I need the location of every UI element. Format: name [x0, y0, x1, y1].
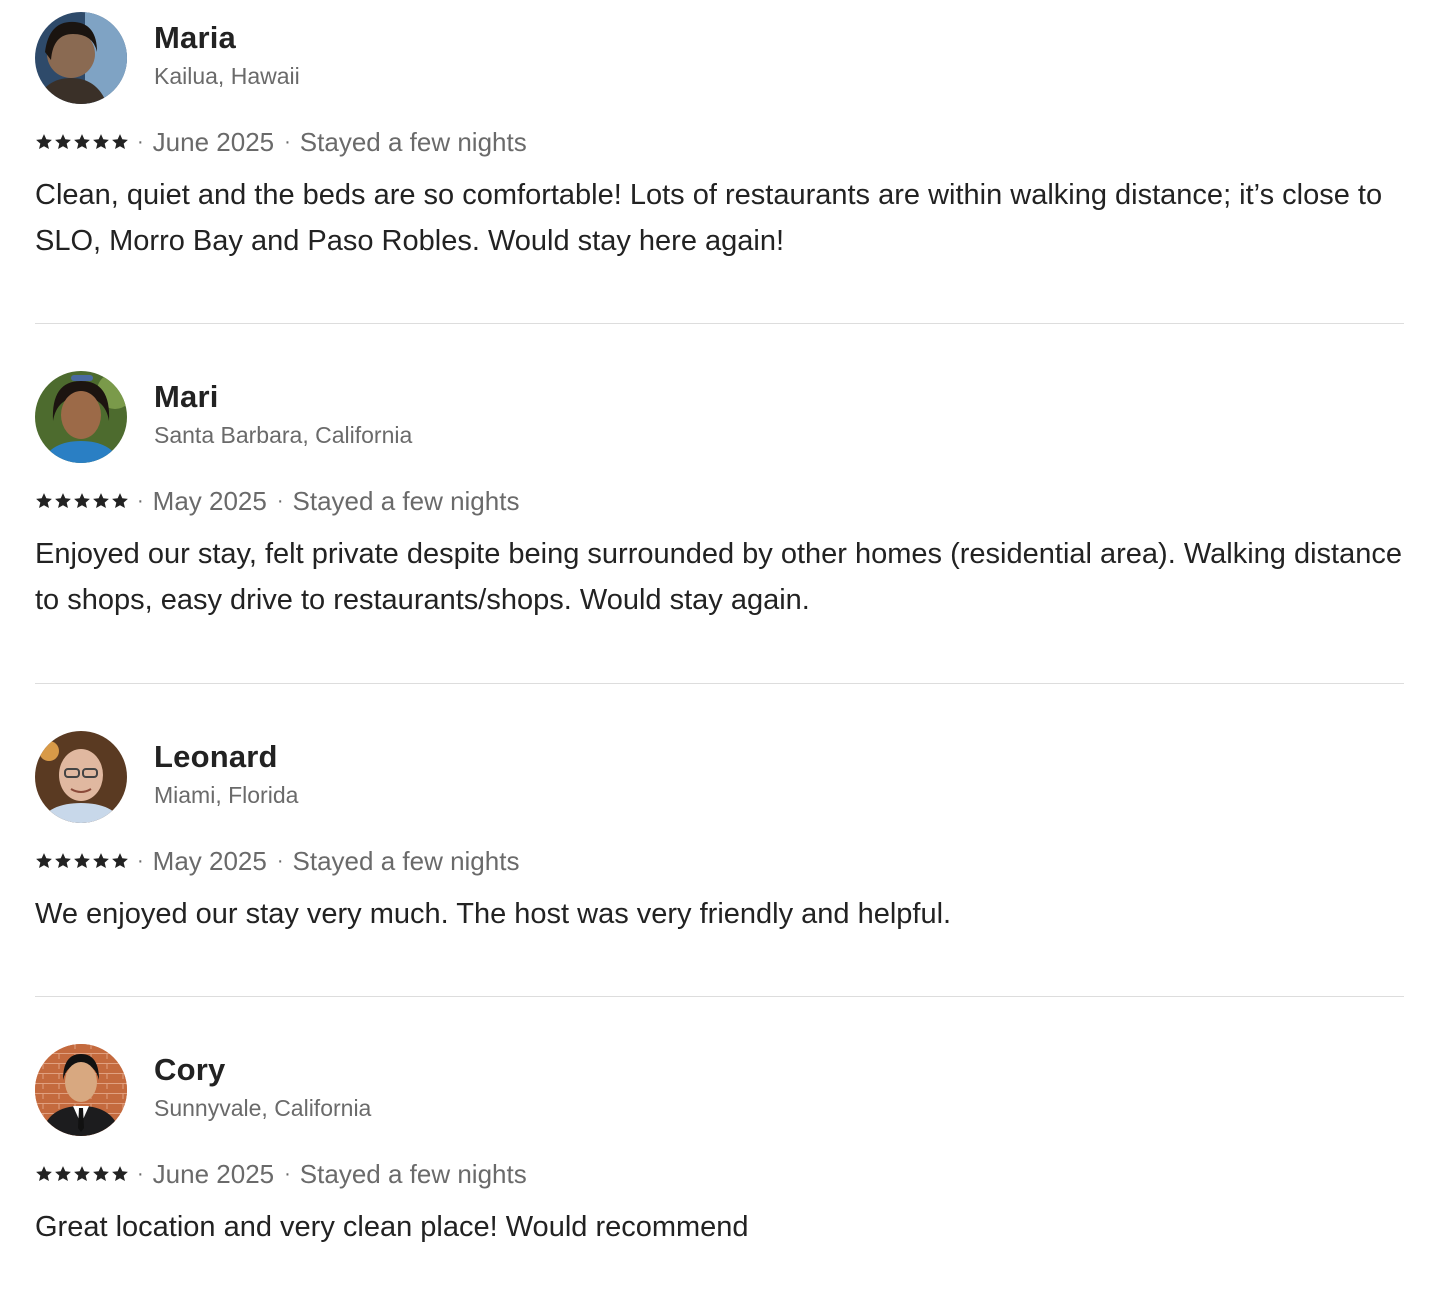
- reviewer-name: Mari: [154, 379, 219, 414]
- review-date: May 2025: [152, 485, 267, 516]
- review-text: Enjoyed our stay, felt private despite b…: [35, 538, 1402, 616]
- reviewer-header: Maria Kailua, Hawaii: [35, 12, 1404, 104]
- star-icon: [36, 493, 52, 509]
- star-icon: [112, 853, 128, 869]
- review-card: Cory Sunnyvale, California · June 2025 ·…: [35, 1044, 1404, 1243]
- separator-dot: ·: [137, 849, 144, 872]
- review-meta: · June 2025 · Stayed a few nights: [35, 125, 527, 159]
- divider: [35, 323, 1404, 324]
- avatar-photo: [35, 371, 127, 463]
- star-icon: [74, 493, 90, 509]
- star-icon: [74, 853, 90, 869]
- star-icon: [74, 1166, 90, 1182]
- review-card: Leonard Miami, Florida · May 2025 · Stay…: [35, 731, 1404, 930]
- review-meta: · June 2025 · Stayed a few nights: [35, 1157, 527, 1191]
- star-icon: [112, 493, 128, 509]
- star-rating: [35, 852, 129, 870]
- star-rating: [35, 1165, 129, 1183]
- reviewer-name: Maria: [154, 20, 236, 55]
- star-icon: [55, 134, 71, 150]
- star-icon: [36, 1166, 52, 1182]
- star-icon: [93, 1166, 109, 1182]
- reviewer-header: Cory Sunnyvale, California: [35, 1044, 1404, 1136]
- divider: [35, 996, 1404, 997]
- avatar[interactable]: [35, 1044, 127, 1136]
- star-icon: [55, 1166, 71, 1182]
- reviewer-name: Leonard: [154, 739, 278, 774]
- separator-dot: ·: [284, 1162, 291, 1185]
- star-icon: [112, 134, 128, 150]
- star-icon: [74, 134, 90, 150]
- reviewer-location: Sunnyvale, California: [154, 1095, 372, 1121]
- star-icon: [93, 493, 109, 509]
- star-icon: [93, 853, 109, 869]
- star-rating: [35, 492, 129, 510]
- review-date: June 2025: [152, 126, 275, 157]
- separator-dot: ·: [137, 130, 144, 153]
- star-icon: [55, 853, 71, 869]
- review-text: Clean, quiet and the beds are so comfort…: [35, 179, 1383, 257]
- separator-dot: ·: [276, 849, 284, 872]
- reviewer-header: Mari Santa Barbara, California: [35, 371, 1404, 463]
- avatar[interactable]: [35, 731, 127, 823]
- reviewer-location: Santa Barbara, California: [154, 422, 413, 448]
- avatar[interactable]: [35, 371, 127, 463]
- review-date: June 2025: [152, 1158, 275, 1189]
- separator-dot: ·: [137, 1162, 144, 1185]
- avatar[interactable]: [35, 12, 127, 104]
- reviewer-location: Miami, Florida: [154, 782, 299, 808]
- stay-length: Stayed a few nights: [292, 845, 520, 876]
- separator-dot: ·: [276, 489, 284, 512]
- separator-dot: ·: [137, 489, 144, 512]
- star-icon: [36, 134, 52, 150]
- review-date: May 2025: [152, 845, 267, 876]
- review-meta: · May 2025 · Stayed a few nights: [35, 484, 519, 518]
- star-icon: [93, 134, 109, 150]
- star-icon: [36, 853, 52, 869]
- avatar-photo: [35, 12, 127, 104]
- star-rating: [35, 133, 129, 151]
- star-icon: [112, 1166, 128, 1182]
- review-meta: · May 2025 · Stayed a few nights: [35, 844, 519, 878]
- reviewer-location: Kailua, Hawaii: [154, 63, 300, 89]
- review-card: Mari Santa Barbara, California · May 202…: [35, 371, 1404, 616]
- avatar-photo: [35, 1044, 127, 1136]
- reviewer-name: Cory: [154, 1052, 226, 1087]
- review-card: Maria Kailua, Hawaii · June 2025 · Staye…: [35, 12, 1404, 257]
- divider: [35, 683, 1404, 684]
- stay-length: Stayed a few nights: [299, 1158, 527, 1189]
- review-text: We enjoyed our stay very much. The host …: [35, 898, 952, 930]
- stay-length: Stayed a few nights: [299, 126, 527, 157]
- stay-length: Stayed a few nights: [292, 485, 520, 516]
- separator-dot: ·: [284, 130, 291, 153]
- review-text: Great location and very clean place! Wou…: [35, 1211, 749, 1243]
- reviewer-header: Leonard Miami, Florida: [35, 731, 1404, 823]
- star-icon: [55, 493, 71, 509]
- avatar-photo: [35, 731, 127, 823]
